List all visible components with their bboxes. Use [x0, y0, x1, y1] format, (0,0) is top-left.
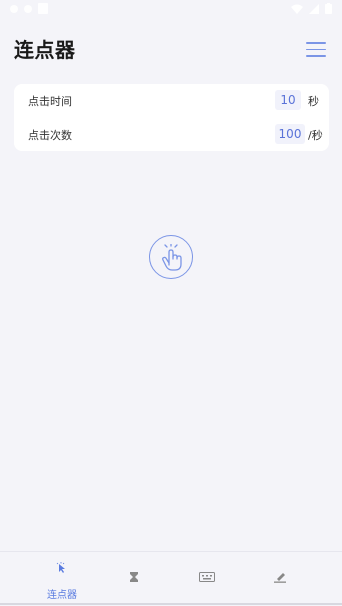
tab-draw[interactable] — [244, 552, 316, 606]
tab-clicker[interactable]: 连点器 — [26, 552, 98, 606]
click-count-label: 点击次数 — [28, 129, 72, 142]
pen-icon — [274, 573, 286, 583]
click-time-row: 点击时间 10 秒 — [14, 84, 329, 116]
tab-timer[interactable] — [98, 552, 170, 606]
notification-icon — [38, 3, 48, 14]
click-count-row: 点击次数 100 /秒 — [14, 118, 329, 150]
status-dot-icon — [24, 4, 32, 13]
bottom-tab-bar: 连点器 — [0, 551, 342, 606]
start-click-button[interactable] — [149, 235, 193, 279]
click-time-unit: 秒 — [308, 95, 319, 108]
click-time-label: 点击时间 — [28, 95, 72, 108]
hourglass-icon — [130, 572, 138, 582]
status-bar — [0, 0, 342, 22]
app-header: 连点器 — [0, 22, 342, 74]
settings-card: 点击时间 10 秒 点击次数 100 /秒 — [14, 84, 329, 151]
keyboard-icon — [199, 572, 215, 582]
wifi-icon — [291, 4, 303, 14]
tap-cursor-icon — [56, 562, 65, 573]
page-title: 连点器 — [14, 38, 76, 62]
click-count-unit: /秒 — [308, 129, 323, 142]
menu-icon[interactable] — [306, 42, 326, 58]
status-dot-icon — [10, 4, 18, 13]
tab-keyboard[interactable] — [171, 552, 243, 606]
click-time-input[interactable]: 10 — [275, 90, 301, 110]
tab-clicker-label: 连点器 — [47, 590, 77, 601]
signal-icon — [309, 3, 319, 14]
hand-tap-icon — [162, 244, 182, 271]
battery-icon — [325, 3, 332, 14]
click-count-input[interactable]: 100 — [275, 124, 305, 144]
